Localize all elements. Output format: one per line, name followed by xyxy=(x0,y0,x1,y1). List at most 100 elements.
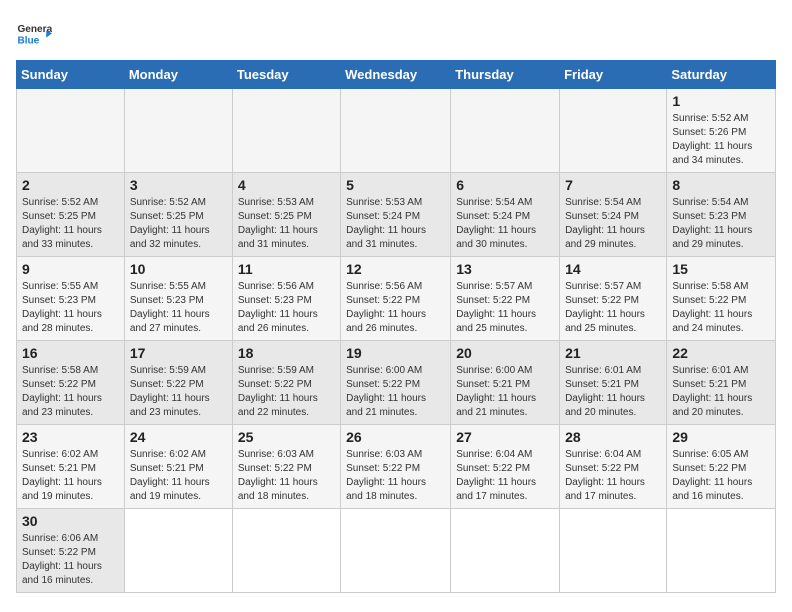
day-info: Sunrise: 5:58 AM Sunset: 5:22 PM Dayligh… xyxy=(22,364,119,420)
day-number: 2 xyxy=(22,177,119,193)
day-info: Sunrise: 6:00 AM Sunset: 5:21 PM Dayligh… xyxy=(456,364,554,420)
day-info: Sunrise: 5:54 AM Sunset: 5:24 PM Dayligh… xyxy=(565,196,661,252)
calendar-cell: 26 Sunrise: 6:03 AM Sunset: 5:22 PM Dayli… xyxy=(341,425,451,509)
generalblue-logo-icon: General Blue xyxy=(16,16,52,52)
calendar-cell: 18 Sunrise: 5:59 AM Sunset: 5:22 PM Dayli… xyxy=(232,341,340,425)
calendar-cell: 16 Sunrise: 5:58 AM Sunset: 5:22 PM Dayli… xyxy=(17,341,125,425)
calendar-cell xyxy=(232,89,340,173)
day-info: Sunrise: 5:53 AM Sunset: 5:24 PM Dayligh… xyxy=(346,196,445,252)
calendar-cell: 28 Sunrise: 6:04 AM Sunset: 5:22 PM Dayli… xyxy=(560,425,667,509)
day-info: Sunrise: 5:52 AM Sunset: 5:25 PM Dayligh… xyxy=(22,196,119,252)
day-number: 17 xyxy=(130,345,227,361)
day-number: 5 xyxy=(346,177,445,193)
calendar-cell: 2 Sunrise: 5:52 AM Sunset: 5:25 PM Daylig… xyxy=(17,173,125,257)
calendar-cell: 17 Sunrise: 5:59 AM Sunset: 5:22 PM Dayli… xyxy=(124,341,232,425)
weekday-header-friday: Friday xyxy=(560,61,667,89)
day-info: Sunrise: 6:01 AM Sunset: 5:21 PM Dayligh… xyxy=(672,364,770,420)
calendar-cell: 24 Sunrise: 6:02 AM Sunset: 5:21 PM Dayli… xyxy=(124,425,232,509)
day-number: 3 xyxy=(130,177,227,193)
day-info: Sunrise: 5:53 AM Sunset: 5:25 PM Dayligh… xyxy=(238,196,335,252)
calendar-cell: 22 Sunrise: 6:01 AM Sunset: 5:21 PM Dayli… xyxy=(667,341,776,425)
day-number: 20 xyxy=(456,345,554,361)
day-info: Sunrise: 6:04 AM Sunset: 5:22 PM Dayligh… xyxy=(565,448,661,504)
day-number: 7 xyxy=(565,177,661,193)
day-number: 23 xyxy=(22,429,119,445)
calendar-cell xyxy=(560,89,667,173)
day-number: 10 xyxy=(130,261,227,277)
weekday-header-thursday: Thursday xyxy=(451,61,560,89)
day-number: 4 xyxy=(238,177,335,193)
day-info: Sunrise: 5:52 AM Sunset: 5:26 PM Dayligh… xyxy=(672,112,770,168)
day-info: Sunrise: 5:55 AM Sunset: 5:23 PM Dayligh… xyxy=(22,280,119,336)
calendar-cell: 1 Sunrise: 5:52 AM Sunset: 5:26 PM Daylig… xyxy=(667,89,776,173)
calendar-cell: 20 Sunrise: 6:00 AM Sunset: 5:21 PM Dayli… xyxy=(451,341,560,425)
day-number: 19 xyxy=(346,345,445,361)
day-info: Sunrise: 6:03 AM Sunset: 5:22 PM Dayligh… xyxy=(346,448,445,504)
day-info: Sunrise: 6:03 AM Sunset: 5:22 PM Dayligh… xyxy=(238,448,335,504)
weekday-header-sunday: Sunday xyxy=(17,61,125,89)
day-info: Sunrise: 5:52 AM Sunset: 5:25 PM Dayligh… xyxy=(130,196,227,252)
day-info: Sunrise: 5:54 AM Sunset: 5:23 PM Dayligh… xyxy=(672,196,770,252)
calendar-cell xyxy=(124,509,232,593)
day-info: Sunrise: 5:55 AM Sunset: 5:23 PM Dayligh… xyxy=(130,280,227,336)
calendar-cell: 5 Sunrise: 5:53 AM Sunset: 5:24 PM Daylig… xyxy=(341,173,451,257)
day-info: Sunrise: 6:02 AM Sunset: 5:21 PM Dayligh… xyxy=(130,448,227,504)
calendar-cell: 15Sunrise: 5:58 AM Sunset: 5:22 PM Dayli… xyxy=(667,257,776,341)
calendar-cell: 23 Sunrise: 6:02 AM Sunset: 5:21 PM Dayli… xyxy=(17,425,125,509)
day-number: 1 xyxy=(672,93,770,109)
weekday-header-monday: Monday xyxy=(124,61,232,89)
calendar-cell: 27 Sunrise: 6:04 AM Sunset: 5:22 PM Dayli… xyxy=(451,425,560,509)
day-number: 16 xyxy=(22,345,119,361)
calendar-cell: 29 Sunrise: 6:05 AM Sunset: 5:22 PM Dayli… xyxy=(667,425,776,509)
calendar-cell: 8Sunrise: 5:54 AM Sunset: 5:23 PM Daylig… xyxy=(667,173,776,257)
day-info: Sunrise: 5:54 AM Sunset: 5:24 PM Dayligh… xyxy=(456,196,554,252)
calendar-cell: 4 Sunrise: 5:53 AM Sunset: 5:25 PM Daylig… xyxy=(232,173,340,257)
weekday-header-saturday: Saturday xyxy=(667,61,776,89)
calendar-cell xyxy=(341,89,451,173)
calendar-cell xyxy=(667,509,776,593)
day-number: 30 xyxy=(22,513,119,529)
day-number: 26 xyxy=(346,429,445,445)
day-info: Sunrise: 5:59 AM Sunset: 5:22 PM Dayligh… xyxy=(238,364,335,420)
calendar-cell xyxy=(124,89,232,173)
calendar-week-row: 30Sunrise: 6:06 AM Sunset: 5:22 PM Dayli… xyxy=(17,509,776,593)
calendar-cell: 10 Sunrise: 5:55 AM Sunset: 5:23 PM Dayli… xyxy=(124,257,232,341)
calendar-week-row: 2 Sunrise: 5:52 AM Sunset: 5:25 PM Daylig… xyxy=(17,173,776,257)
day-info: Sunrise: 5:59 AM Sunset: 5:22 PM Dayligh… xyxy=(130,364,227,420)
day-number: 14 xyxy=(565,261,661,277)
svg-text:Blue: Blue xyxy=(17,35,39,46)
day-number: 22 xyxy=(672,345,770,361)
day-info: Sunrise: 6:02 AM Sunset: 5:21 PM Dayligh… xyxy=(22,448,119,504)
calendar-cell xyxy=(451,509,560,593)
calendar-cell: 19Sunrise: 6:00 AM Sunset: 5:22 PM Dayli… xyxy=(341,341,451,425)
day-number: 18 xyxy=(238,345,335,361)
day-info: Sunrise: 6:01 AM Sunset: 5:21 PM Dayligh… xyxy=(565,364,661,420)
day-number: 12 xyxy=(346,261,445,277)
day-number: 6 xyxy=(456,177,554,193)
day-number: 13 xyxy=(456,261,554,277)
calendar-week-row: 9 Sunrise: 5:55 AM Sunset: 5:23 PM Daylig… xyxy=(17,257,776,341)
calendar-table: SundayMondayTuesdayWednesdayThursdayFrid… xyxy=(16,60,776,593)
day-number: 29 xyxy=(672,429,770,445)
calendar-cell: 7 Sunrise: 5:54 AM Sunset: 5:24 PM Daylig… xyxy=(560,173,667,257)
weekday-header-wednesday: Wednesday xyxy=(341,61,451,89)
page-header: General Blue xyxy=(16,16,776,52)
calendar-cell: 25Sunrise: 6:03 AM Sunset: 5:22 PM Dayli… xyxy=(232,425,340,509)
calendar-cell xyxy=(232,509,340,593)
day-info: Sunrise: 5:56 AM Sunset: 5:22 PM Dayligh… xyxy=(346,280,445,336)
day-number: 24 xyxy=(130,429,227,445)
day-info: Sunrise: 5:58 AM Sunset: 5:22 PM Dayligh… xyxy=(672,280,770,336)
day-info: Sunrise: 6:05 AM Sunset: 5:22 PM Dayligh… xyxy=(672,448,770,504)
calendar-cell xyxy=(17,89,125,173)
calendar-cell: 14Sunrise: 5:57 AM Sunset: 5:22 PM Dayli… xyxy=(560,257,667,341)
calendar-cell: 30Sunrise: 6:06 AM Sunset: 5:22 PM Dayli… xyxy=(17,509,125,593)
day-number: 9 xyxy=(22,261,119,277)
day-number: 27 xyxy=(456,429,554,445)
day-number: 28 xyxy=(565,429,661,445)
calendar-week-row: 1 Sunrise: 5:52 AM Sunset: 5:26 PM Daylig… xyxy=(17,89,776,173)
weekday-header-row: SundayMondayTuesdayWednesdayThursdayFrid… xyxy=(17,61,776,89)
day-info: Sunrise: 6:04 AM Sunset: 5:22 PM Dayligh… xyxy=(456,448,554,504)
calendar-cell: 21Sunrise: 6:01 AM Sunset: 5:21 PM Dayli… xyxy=(560,341,667,425)
calendar-cell: 13Sunrise: 5:57 AM Sunset: 5:22 PM Dayli… xyxy=(451,257,560,341)
calendar-cell: 3 Sunrise: 5:52 AM Sunset: 5:25 PM Daylig… xyxy=(124,173,232,257)
